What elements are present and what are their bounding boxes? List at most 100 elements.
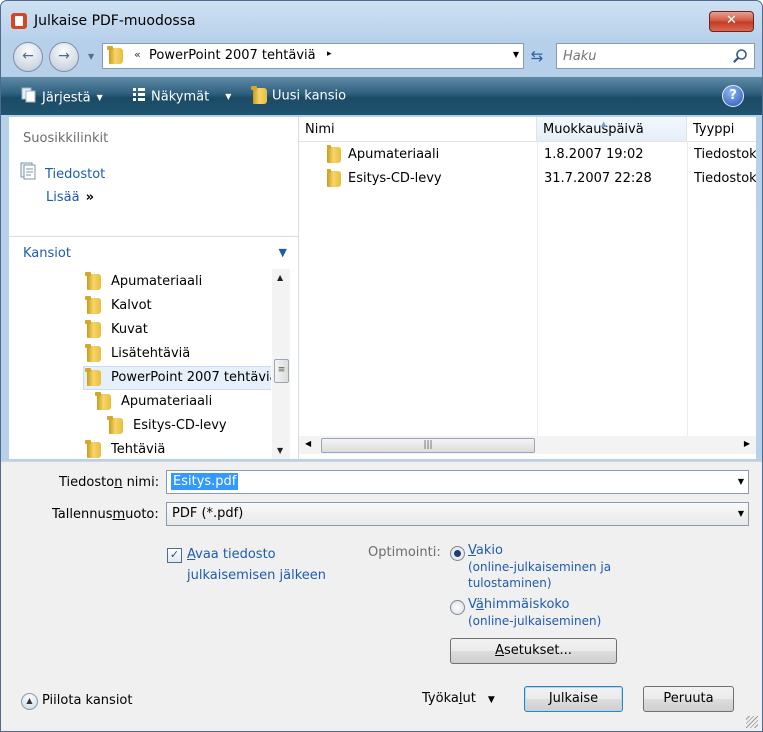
resize-grip-icon[interactable] — [746, 716, 758, 728]
publish-button[interactable]: Julkaise — [524, 686, 623, 712]
cancel-button[interactable]: Peruuta — [643, 686, 734, 712]
recent-pages-dropdown[interactable]: ▼ — [88, 52, 94, 61]
filename-field[interactable]: Esitys.pdf ▼ — [166, 470, 749, 494]
label-part: vaa tiedosto — [195, 547, 276, 562]
favorite-link-documents[interactable]: Tiedostot — [19, 162, 105, 182]
close-button[interactable]: ✕ — [709, 11, 754, 32]
scroll-up-icon[interactable]: ▲ — [277, 273, 283, 282]
views-icon — [132, 87, 146, 107]
navigation-pane: Suosikkilinkit Tiedostot Lisää » Kansiot … — [9, 117, 299, 459]
tree-item[interactable]: Kuvat — [85, 319, 148, 341]
format-label: Tallennusmuoto: — [52, 507, 159, 522]
label-accesskey: V — [468, 543, 476, 558]
scroll-left-icon[interactable]: ◀ — [305, 439, 311, 448]
tree-scrollbar[interactable]: ▲ ≡ ▼ — [272, 269, 290, 459]
label-part: akio — [475, 543, 503, 558]
breadcrumb-current[interactable]: PowerPoint 2007 tehtäviä — [149, 48, 316, 63]
chevron-down-icon[interactable]: ▼ — [488, 695, 495, 705]
folder-icon — [85, 271, 101, 290]
tree-item[interactable]: Lisätehtäviä — [85, 343, 190, 365]
favorite-label: Tiedostot — [45, 167, 106, 182]
label-part: V — [468, 597, 476, 612]
column-header-type[interactable]: Tyyppi — [687, 117, 756, 141]
file-row[interactable]: Esitys-CD-levy 31.7.2007 22:28 Tiedostok… — [299, 168, 756, 190]
minimum-size-radio[interactable] — [450, 600, 465, 615]
more-links[interactable]: Lisää » — [46, 190, 94, 205]
label-part: Työka — [422, 691, 459, 706]
new-folder-icon — [251, 85, 267, 105]
folder-icon — [107, 46, 123, 64]
column-header-label: Tyyppi — [693, 122, 735, 137]
minimum-size-label[interactable]: Vähimmäiskoko (online-julkaiseminen) — [468, 597, 601, 629]
format-select[interactable]: PDF (*.pdf) ▼ — [166, 502, 749, 526]
label-part: tulostaminen) — [468, 576, 552, 590]
label-part: ut — [462, 691, 476, 706]
file-name: Esitys-CD-levy — [348, 171, 442, 186]
folder-icon — [85, 295, 101, 314]
address-bar[interactable]: « PowerPoint 2007 tehtäviä ▸ ▼ — [102, 43, 524, 69]
new-folder-button[interactable]: Uusi kansio — [251, 85, 347, 105]
breadcrumb-chevron[interactable]: « — [134, 48, 141, 61]
forward-button[interactable]: → — [49, 42, 79, 72]
back-button[interactable]: ← — [13, 42, 43, 72]
optimize-label: Optimointi: — [368, 545, 441, 560]
folder-icon — [85, 343, 101, 362]
tree-item[interactable]: Apumateriaali — [95, 391, 212, 413]
hide-folders-button[interactable]: Piilota kansiot — [42, 693, 132, 708]
column-header-name[interactable]: Nimi — [299, 117, 537, 141]
open-after-label[interactable]: Avaa tiedosto julkaisemisen jälkeen — [187, 544, 326, 586]
chevron-down-icon[interactable]: ▼ — [279, 246, 287, 259]
organize-icon — [21, 87, 37, 109]
tree-item-selected[interactable]: PowerPoint 2007 tehtäviä — [83, 366, 271, 390]
tools-menu[interactable]: Työkalut ▼ — [422, 691, 495, 706]
views-menu[interactable]: Näkymät ▼ — [132, 87, 231, 105]
tree-item[interactable]: Esitys-CD-levy — [107, 415, 227, 437]
scroll-down-icon[interactable]: ▼ — [277, 446, 283, 455]
address-dropdown-icon[interactable]: ▼ — [513, 50, 519, 59]
chevron-down-icon[interactable]: ▼ — [738, 509, 744, 518]
label-part: (online-julkaiseminen ja — [468, 560, 612, 574]
column-header-label: Muokkauspäivä — [543, 122, 644, 137]
tree-item-label: Kalvot — [111, 298, 152, 313]
open-after-checkbox[interactable]: ✓ — [167, 548, 182, 563]
scroll-right-icon[interactable]: ▶ — [744, 439, 750, 448]
tree-item[interactable]: Tehtäviä — [85, 439, 165, 459]
tree-item[interactable]: Kalvot — [85, 295, 152, 317]
refresh-icon[interactable]: ⇆ — [527, 46, 547, 66]
file-row[interactable]: Apumateriaali 1.8.2007 19:02 Tiedostokan… — [299, 144, 756, 166]
search-input[interactable] — [561, 46, 725, 66]
scroll-thumb[interactable]: ||| — [321, 438, 535, 453]
options-button[interactable]: Asetukset... — [450, 638, 617, 664]
more-label: Lisää — [46, 190, 80, 205]
folder-icon — [107, 415, 123, 434]
breadcrumb-arrow-icon[interactable]: ▸ — [327, 49, 332, 59]
filename-value[interactable]: Esitys.pdf — [171, 473, 239, 490]
new-folder-label: Uusi kansio — [272, 88, 347, 104]
powerpoint-icon — [11, 13, 27, 29]
label-part: Tallennus — [52, 507, 113, 522]
scroll-thumb[interactable]: ≡ — [274, 359, 289, 383]
chevron-down-icon[interactable]: ▼ — [738, 477, 744, 486]
dialog-window: Julkaise PDF-muodossa ✕ ← → ▼ « PowerPoi… — [0, 0, 763, 732]
file-name: Apumateriaali — [348, 147, 440, 162]
search-icon[interactable] — [732, 48, 748, 68]
organize-dropdown-icon: ▼ — [96, 93, 103, 102]
chevron-up-icon[interactable]: ▲ — [21, 693, 38, 710]
folder-icon — [85, 367, 101, 386]
organize-label: Järjestä — [42, 90, 91, 106]
command-toolbar: Järjestä ▼ Näkymät ▼ Uusi kansio ? — [1, 77, 762, 115]
search-box[interactable] — [556, 43, 755, 69]
label-accesskey: m — [112, 507, 126, 522]
folders-header[interactable]: Kansiot ▼ — [23, 246, 293, 261]
file-date: 31.7.2007 22:28 — [544, 171, 652, 186]
help-icon[interactable]: ? — [722, 85, 744, 107]
views-dropdown-icon: ▼ — [225, 92, 232, 101]
tree-item[interactable]: Apumateriaali — [85, 271, 202, 293]
standard-radio[interactable] — [450, 546, 465, 561]
column-header-date[interactable]: ▲ Muokkauspäivä — [537, 117, 687, 141]
file-date: 1.8.2007 19:02 — [544, 147, 644, 162]
label-part: himmäiskoko — [483, 597, 570, 612]
standard-label[interactable]: Vakio (online-julkaiseminen ja tulostami… — [468, 543, 611, 591]
organize-menu[interactable]: Järjestä ▼ — [21, 87, 103, 106]
file-list-scrollbar[interactable]: ◀ ||| ▶ — [299, 436, 756, 454]
